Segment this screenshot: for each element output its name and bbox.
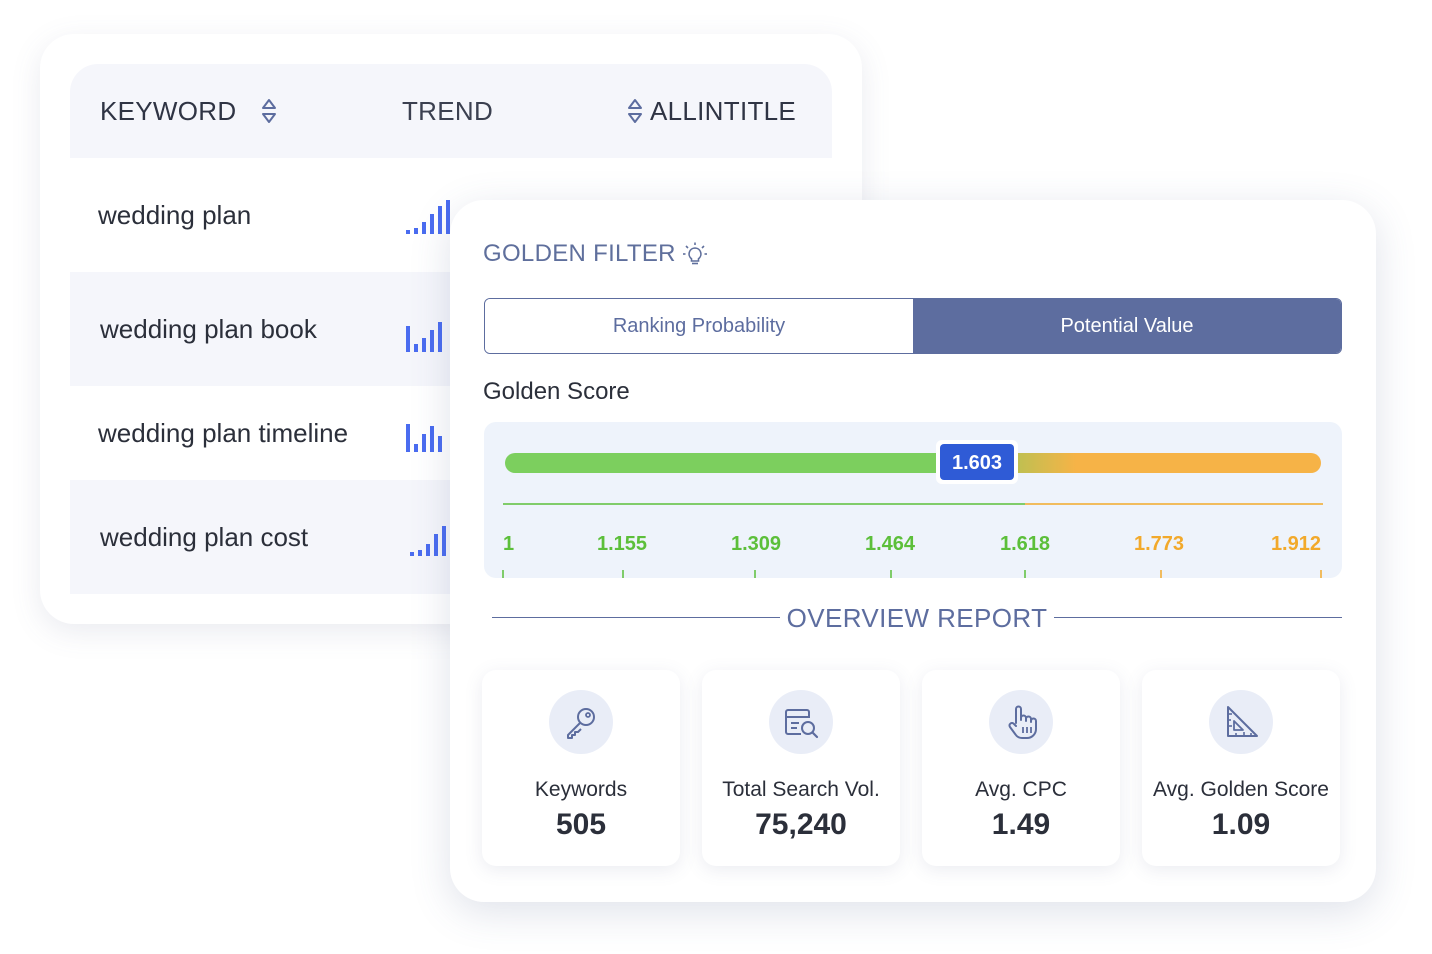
tick-label: 1.309 bbox=[731, 533, 781, 555]
overview-report-title: OVERVIEW REPORT bbox=[786, 603, 1048, 633]
ruler-triangle-icon bbox=[1209, 690, 1273, 754]
stat-value: 1.09 bbox=[1211, 808, 1271, 841]
keyword-cell: wedding plan cost bbox=[100, 521, 309, 552]
golden-score-label: Golden Score bbox=[483, 378, 630, 405]
tick-label: 1.912 bbox=[1271, 533, 1321, 555]
column-header-allintitle[interactable]: ALLINTITLE bbox=[626, 64, 796, 158]
search-volume-icon bbox=[769, 690, 833, 754]
tick-marks bbox=[502, 570, 1322, 578]
stat-label: Total Search Vol. bbox=[722, 778, 880, 801]
filter-mode-toggle: Ranking Probability Potential Value bbox=[484, 298, 1342, 354]
sort-icon[interactable] bbox=[260, 96, 278, 126]
golden-score-scale: 1 1.155 1.309 1.464 1.618 1.773 1.912 1.… bbox=[502, 440, 1323, 578]
column-header-trend: TREND bbox=[402, 64, 493, 158]
hand-pointer-icon bbox=[989, 690, 1053, 754]
stat-card-avg-cpc: Avg. CPC 1.49 bbox=[922, 670, 1120, 866]
stat-label: Keywords bbox=[534, 778, 628, 801]
tab-ranking-probability[interactable]: Ranking Probability bbox=[485, 299, 913, 353]
tick-label: 1.155 bbox=[597, 533, 647, 555]
column-header-allintitle-label: ALLINTITLE bbox=[650, 95, 797, 126]
column-header-keyword[interactable]: KEYWORD bbox=[100, 64, 288, 158]
golden-filter-title-text: GOLDEN FILTER bbox=[483, 240, 676, 267]
overview-report-header: OVERVIEW REPORT bbox=[492, 598, 1342, 638]
stat-card-avg-golden-score: Avg. Golden Score 1.09 bbox=[1142, 670, 1340, 866]
tab-potential-value[interactable]: Potential Value bbox=[913, 299, 1341, 353]
key-icon bbox=[549, 690, 613, 754]
stat-card-total-search-vol: Total Search Vol. 75,240 bbox=[702, 670, 900, 866]
stat-value: 75,240 bbox=[755, 808, 847, 841]
golden-filter-title: GOLDEN FILTER bbox=[483, 240, 708, 268]
tick-label: 1.773 bbox=[1134, 533, 1184, 555]
golden-score-slider-panel: 1 1.155 1.309 1.464 1.618 1.773 1.912 1.… bbox=[484, 422, 1342, 578]
stat-value: 1.49 bbox=[991, 808, 1051, 841]
tick-label: 1 bbox=[503, 533, 514, 555]
sort-icon[interactable] bbox=[626, 96, 644, 126]
column-header-keyword-label: KEYWORD bbox=[100, 95, 237, 126]
keyword-cell: wedding plan book bbox=[100, 313, 317, 344]
tick-label: 1.618 bbox=[1000, 533, 1050, 555]
overview-stats: Keywords 505 Total Search Vol. 75,240 Av… bbox=[482, 670, 1342, 866]
column-header-trend-label: TREND bbox=[402, 95, 494, 126]
table-header: KEYWORD TREND ALLINTITLE bbox=[70, 64, 832, 158]
keyword-cell: wedding plan timeline bbox=[98, 417, 349, 448]
lightbulb-icon bbox=[682, 242, 707, 265]
stat-value: 505 bbox=[555, 808, 607, 841]
tick-label: 1.464 bbox=[865, 533, 916, 555]
slider-track[interactable] bbox=[505, 453, 1321, 473]
slider-value: 1.603 bbox=[952, 452, 1002, 474]
divider-line bbox=[1054, 617, 1342, 618]
stat-label: Avg. Golden Score bbox=[1153, 778, 1329, 801]
golden-filter-card: GOLDEN FILTER Ranking Probability Potent… bbox=[450, 200, 1376, 902]
keyword-cell: wedding plan bbox=[98, 199, 252, 230]
slider-handle[interactable]: 1.603 bbox=[936, 440, 1018, 484]
stat-card-keywords: Keywords 505 bbox=[482, 670, 680, 866]
stat-label: Avg. CPC bbox=[975, 778, 1067, 801]
